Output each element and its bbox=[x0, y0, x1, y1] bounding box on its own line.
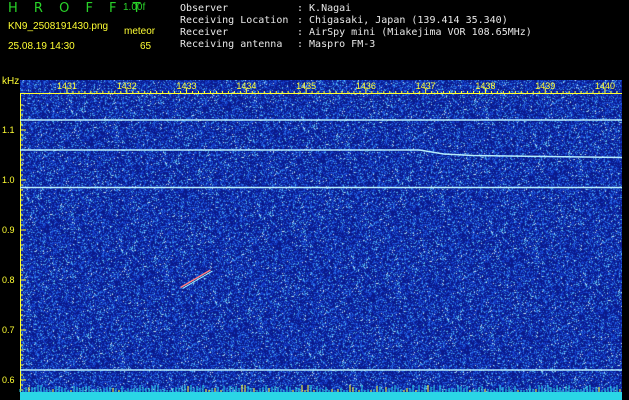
meteor-echo-glow bbox=[182, 270, 213, 289]
signal-overlay bbox=[19, 88, 623, 392]
meteor-echo bbox=[180, 269, 211, 289]
spectrogram-window: { "header": { "app_title": "H R O F F T"… bbox=[0, 0, 629, 400]
carrier-line bbox=[20, 149, 623, 159]
baseline-strip bbox=[20, 392, 622, 400]
